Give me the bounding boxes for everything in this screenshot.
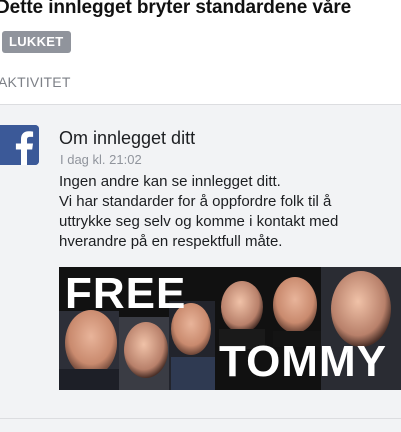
facebook-icon	[0, 125, 39, 165]
notification-body-line: Ingen andre kan se innlegget ditt.	[59, 173, 281, 190]
notification-title: Om innlegget ditt	[59, 128, 196, 148]
image-text-tommy: TOMMY	[219, 337, 387, 386]
post-header: Dette innlegget bryter standardene våre …	[0, 0, 401, 104]
image-text-free: FREE	[65, 269, 187, 318]
activity-section-label: AKTIVITET	[0, 74, 71, 90]
notification-body: Ingen andre kan se innlegget ditt. Vi ha…	[59, 172, 399, 252]
post-image[interactable]: FREE TOMMY	[59, 267, 401, 390]
notification-body-line: uttrykke seg selv og komme i kontakt med	[59, 213, 339, 230]
post-title: Dette innlegget bryter standardene våre	[0, 0, 352, 18]
notification-body-line: Vi har standarder for å oppfordre folk t…	[59, 193, 332, 210]
notification-body-line: hverandre på en respektfull måte.	[59, 233, 283, 250]
card-bottom-divider	[0, 418, 401, 419]
notification-time: I dag kl. 21:02	[60, 152, 142, 167]
status-badge: LUKKET	[2, 31, 71, 53]
